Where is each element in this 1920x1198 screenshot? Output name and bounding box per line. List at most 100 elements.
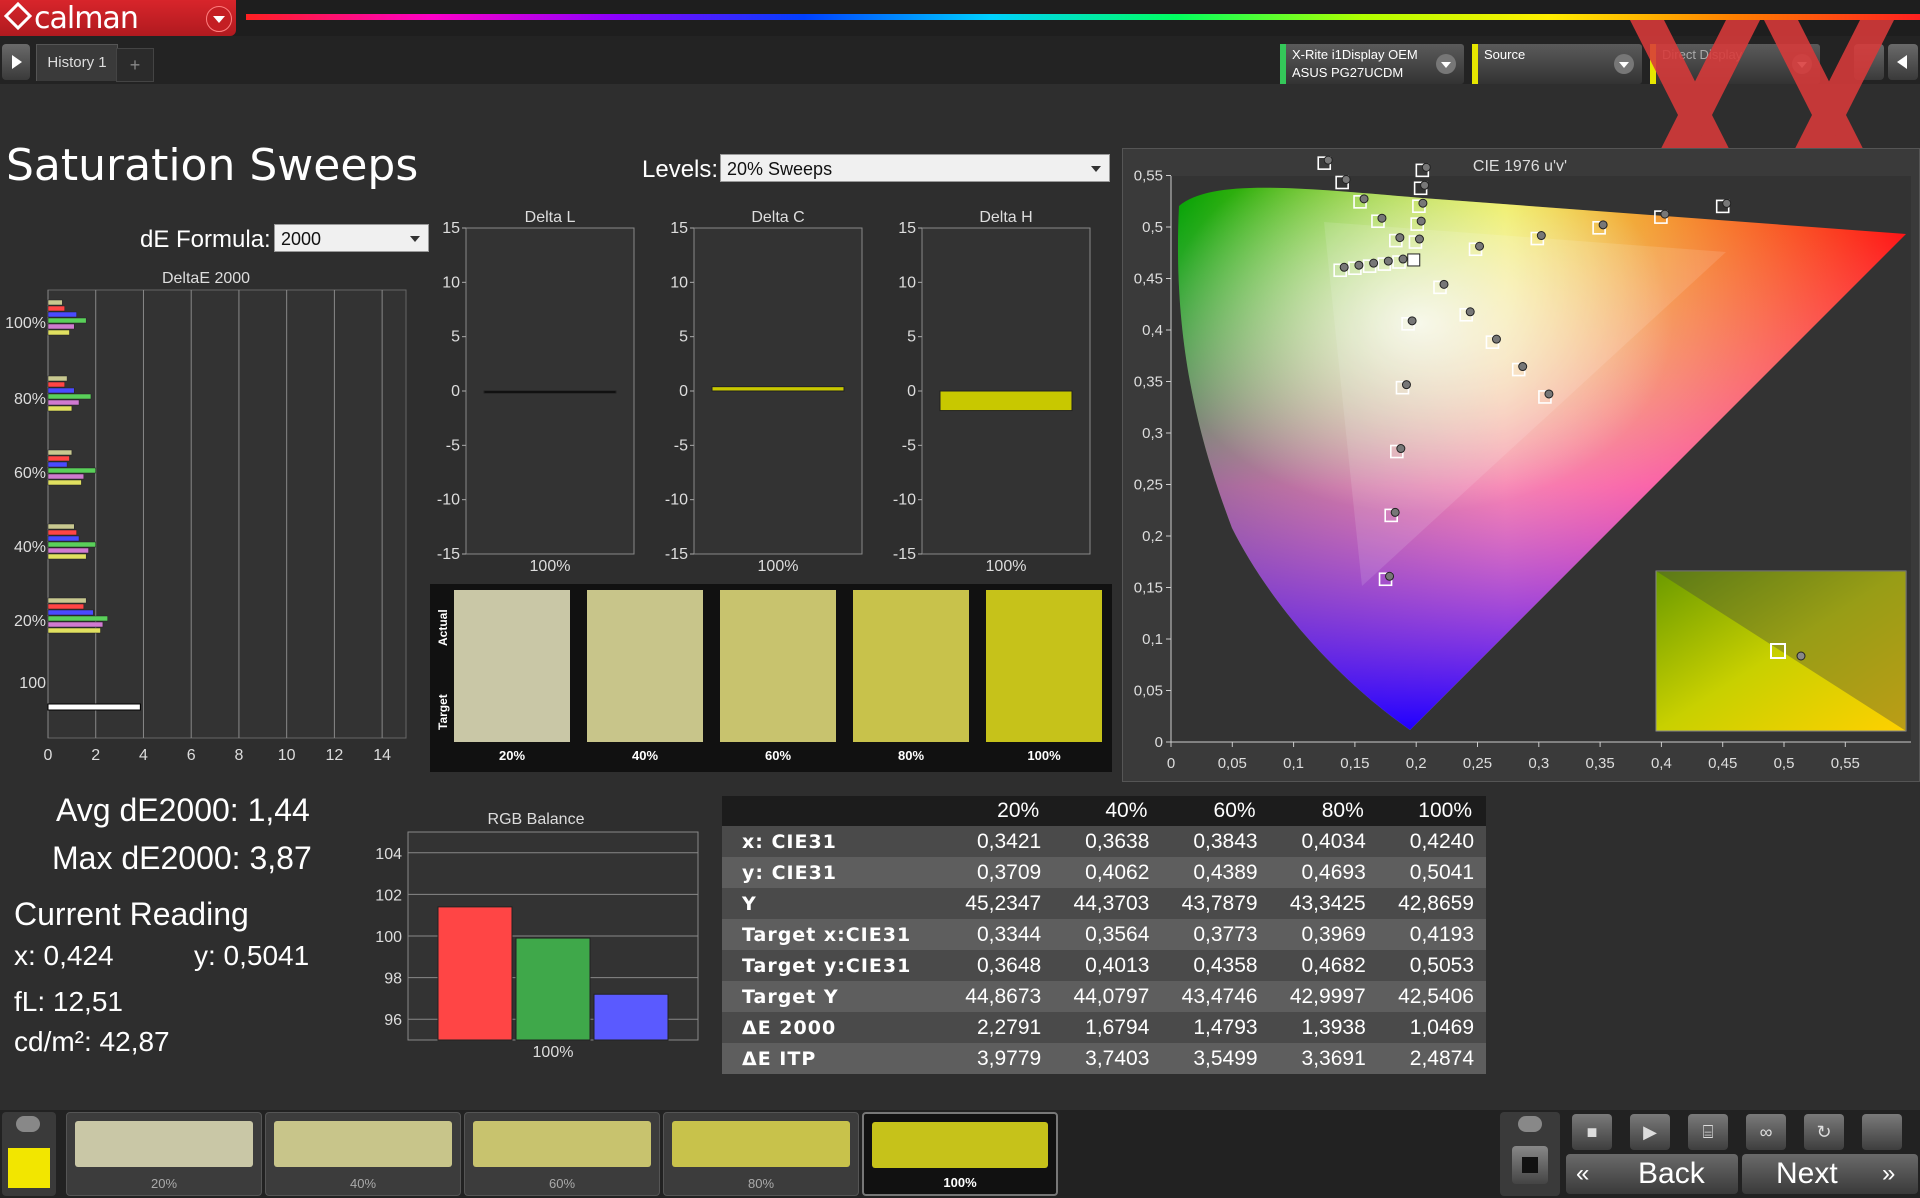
table-cell: 0,3843: [1161, 826, 1270, 857]
delta-bar: [483, 390, 617, 394]
y-tick-label: 10: [898, 274, 916, 291]
delta-chart-delta-h: Delta H 15 10 5 0 -5 -10 -15 100%: [893, 209, 1091, 575]
y-tick-label: 100: [375, 929, 402, 946]
calman-diamond-icon: [3, 1, 33, 31]
deltae-chart-title: DeltaE 2000: [162, 270, 250, 287]
row-header: Target x:CIE31: [722, 919, 945, 950]
table-cell: 3,9779: [945, 1043, 1054, 1074]
y-tick-label: 0,15: [1134, 580, 1163, 597]
brand-name: calman: [34, 1, 139, 36]
y-tick-label: 0,3: [1142, 425, 1163, 442]
y-tick-label: 15: [442, 220, 460, 237]
patch-label: 60%: [548, 1176, 576, 1191]
deltae-bar: [47, 703, 141, 711]
y-tick-label: -10: [893, 492, 916, 509]
meter-selector[interactable]: X-Rite i1Display OEM ASUS PG27UCDM: [1280, 44, 1464, 84]
read-series-button[interactable]: ⌸: [1688, 1114, 1728, 1150]
collapse-up-icon[interactable]: [1518, 1116, 1542, 1132]
de-formula-dropdown[interactable]: 2000: [274, 224, 429, 252]
delta-chart-title: Delta L: [525, 209, 576, 226]
x-tick-label: 4: [139, 747, 148, 764]
measured-marker: [1420, 180, 1430, 190]
x-tick-label: 0,55: [1831, 755, 1860, 772]
x-label: 100%: [533, 1044, 574, 1061]
deltae-bar: [47, 523, 75, 530]
table-cell: 0,3638: [1053, 826, 1162, 857]
x-tick-label: 0,1: [1283, 755, 1304, 772]
y-tick-label: 0,45: [1134, 271, 1163, 288]
x-tick-label: 10: [278, 747, 296, 764]
measured-marker: [1414, 234, 1424, 244]
measured-marker: [1383, 256, 1393, 266]
reading-fl: fL: 12,51: [14, 986, 123, 1017]
levels-dropdown[interactable]: 20% Sweeps: [720, 154, 1110, 182]
table-cell: 44,0797: [1053, 981, 1162, 1012]
de-formula-label: dE Formula:: [140, 226, 271, 253]
table-row: x: CIE31 0,3421 0,3638 0,3843 0,4034 0,4240: [722, 826, 1486, 857]
table-cell: 45,2347: [945, 888, 1054, 919]
patch-thumb-40%[interactable]: 40%: [265, 1112, 461, 1196]
row-header: Target Y: [722, 981, 945, 1012]
deltae-bar: [47, 627, 101, 634]
patch-thumb-100%[interactable]: 100%: [862, 1112, 1058, 1196]
source-selector[interactable]: Source: [1472, 44, 1642, 84]
options-button[interactable]: [1862, 1114, 1902, 1150]
play-measure-button[interactable]: ▶: [1630, 1114, 1670, 1150]
stop-panel: [1500, 1112, 1560, 1196]
play-icon[interactable]: [2, 44, 30, 80]
chevron-down-icon[interactable]: [1436, 54, 1456, 74]
calman-logo-menu[interactable]: calman: [0, 0, 236, 36]
chevron-down-icon[interactable]: [206, 6, 232, 32]
add-tab-button[interactable]: +: [116, 48, 154, 82]
current-color-swatch: [8, 1148, 50, 1188]
next-label: Next: [1776, 1157, 1838, 1190]
continuous-button[interactable]: ∞: [1746, 1114, 1786, 1150]
stop-button[interactable]: [1512, 1146, 1548, 1184]
swatch-20%: [454, 590, 570, 742]
measured-marker: [1369, 258, 1379, 268]
table-cell: 43,3425: [1269, 888, 1378, 919]
deltae-bar: [47, 603, 85, 610]
table-cell: 0,4693: [1269, 857, 1378, 888]
y-tick-label: 0: [1155, 734, 1163, 751]
bracket-icon: ⌸: [1702, 1122, 1714, 1142]
stop-measure-button[interactable]: ■: [1572, 1114, 1612, 1150]
patch-thumb-20%[interactable]: 20%: [66, 1112, 262, 1196]
table-cell: 0,3564: [1053, 919, 1162, 950]
y-tick-label: 0: [907, 383, 916, 400]
back-button[interactable]: « Back: [1566, 1154, 1738, 1194]
measured-marker: [1395, 233, 1405, 243]
deltae-bar: [47, 609, 94, 616]
cie-title: CIE 1976 u'v': [1473, 158, 1567, 175]
next-button[interactable]: Next »: [1742, 1154, 1918, 1194]
table-cell: 42,5406: [1377, 981, 1486, 1012]
tab-history-1[interactable]: History 1: [36, 44, 118, 81]
deltae-bar: [47, 399, 80, 406]
y-category-label: 100: [19, 675, 46, 692]
infinity-icon: ∞: [1759, 1122, 1773, 1142]
measured-marker: [1465, 307, 1475, 317]
patch-label: 100%: [943, 1175, 977, 1190]
collapse-up-icon[interactable]: [16, 1116, 40, 1132]
column-header: 80%: [1269, 796, 1378, 826]
deltae-bar: [47, 473, 85, 480]
x-tick-label: 0,2: [1406, 755, 1427, 772]
patch-thumb-80%[interactable]: 80%: [663, 1112, 859, 1196]
deltae-bar: [47, 449, 73, 456]
y-tick-label: 0,2: [1142, 528, 1163, 545]
patch-thumb-60%[interactable]: 60%: [464, 1112, 660, 1196]
table-row: ΔE 2000 2,2791 1,6794 1,4793 1,3938 1,0469: [722, 1012, 1486, 1043]
x-label: 100%: [986, 558, 1027, 575]
source-label: Source: [1484, 47, 1526, 62]
y-tick-label: -5: [674, 437, 688, 454]
delta-bar: [939, 390, 1073, 412]
deltae-bar: [47, 405, 73, 412]
row-header: ΔE 2000: [722, 1012, 945, 1043]
table-cell: 0,4062: [1053, 857, 1162, 888]
row-header: Y: [722, 888, 945, 919]
column-header: 100%: [1377, 796, 1486, 826]
table-cell: 0,5053: [1377, 950, 1486, 981]
deltae-bar: [47, 375, 68, 382]
y-tick-label: -10: [665, 492, 688, 509]
refresh-button[interactable]: ↻: [1804, 1114, 1844, 1150]
